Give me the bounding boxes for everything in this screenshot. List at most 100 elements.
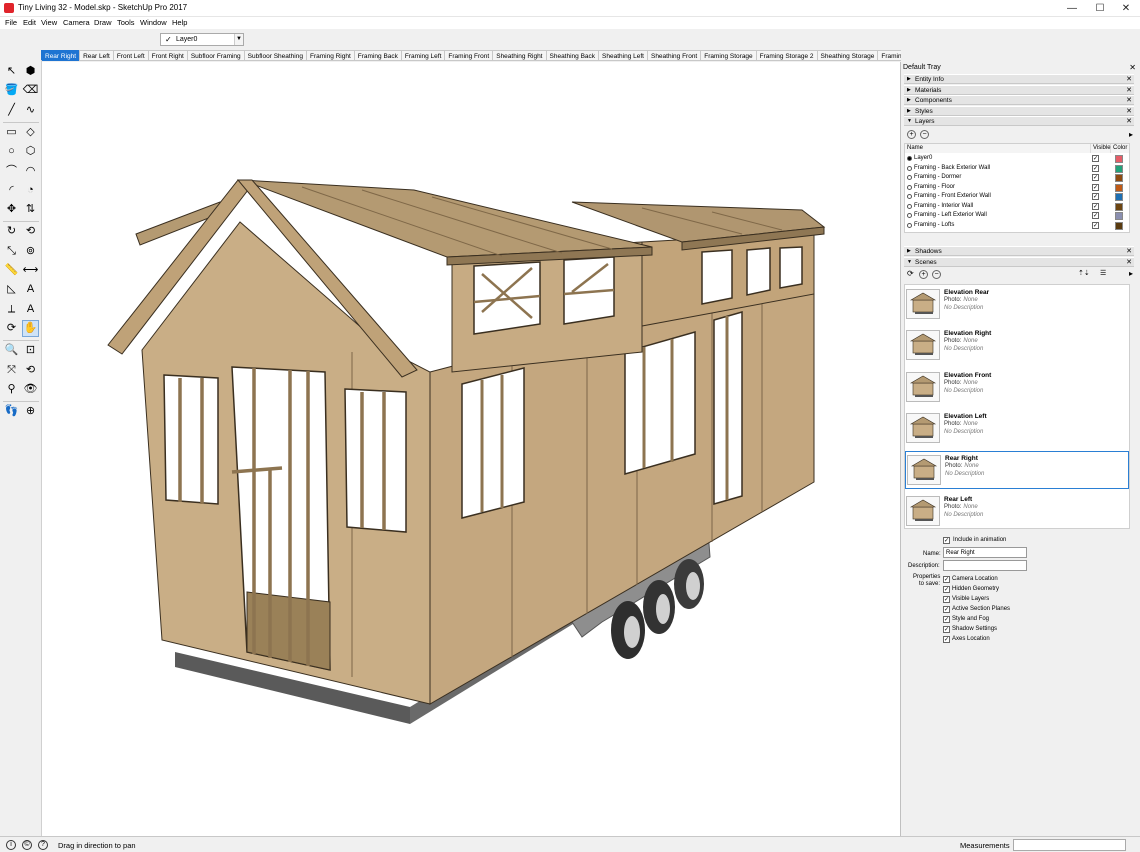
menu-tools[interactable]: Tools	[117, 18, 135, 27]
scene-tab[interactable]: Sheathing Right	[492, 50, 547, 61]
layers-header-name[interactable]: Name	[905, 144, 1091, 153]
scene-tab[interactable]: Framing Front	[444, 50, 494, 61]
active-layer-radio[interactable]	[907, 194, 912, 199]
layer-row[interactable]: Framing - Lofts ✓	[905, 221, 1129, 231]
scene-tab[interactable]: Rear Left	[79, 50, 114, 61]
minimize-button[interactable]: —	[1058, 0, 1086, 17]
layer-visible-checkbox[interactable]: ✓	[1092, 164, 1099, 172]
layer-row[interactable]: Framing - Left Exterior Wall ✓	[905, 211, 1129, 221]
menu-help[interactable]: Help	[172, 18, 187, 27]
tape-measure-tool[interactable]: 📏	[3, 262, 20, 279]
move-scene-up-icon[interactable]: ⇡⇣	[1078, 269, 1090, 277]
rotate-tool[interactable]: ↻	[3, 223, 20, 240]
chevron-down-icon[interactable]: ▼	[234, 34, 243, 45]
measurements-box[interactable]	[1013, 839, 1126, 851]
layers-header-color[interactable]: Color	[1111, 144, 1129, 153]
tray-panel-materials[interactable]: ▶ Materials ✕	[904, 84, 1134, 95]
make-component-tool[interactable]: ⬢	[22, 63, 39, 80]
tray-panel-layers[interactable]: ▼ Layers ✕	[904, 116, 1134, 127]
tray-panel-entity-info[interactable]: ▶ Entity Info ✕	[904, 74, 1134, 84]
layers-header-visible[interactable]: Visible	[1091, 144, 1111, 153]
close-icon[interactable]: ✕	[1126, 86, 1132, 95]
two-point-arc-tool[interactable]: ◠	[22, 163, 39, 180]
rotated-rectangle-tool[interactable]: ◇	[22, 124, 39, 141]
scene-tab[interactable]: Front Right	[147, 50, 188, 61]
layer-color-swatch[interactable]	[1115, 202, 1123, 211]
pan-tool[interactable]: ✋	[22, 319, 39, 337]
include-animation-checkbox[interactable]: ✓	[943, 537, 950, 544]
menu-camera[interactable]: Camera	[63, 18, 90, 27]
layer-visible-checkbox[interactable]: ✓	[1092, 202, 1099, 210]
add-layer-icon[interactable]: +	[907, 130, 916, 139]
scene-tab[interactable]: Sheathing Front	[646, 50, 702, 61]
scene-property-checkbox[interactable]: ✓	[943, 616, 950, 623]
menu-window[interactable]: Window	[140, 18, 167, 27]
close-button[interactable]: ✕	[1112, 0, 1140, 17]
rectangle-tool[interactable]: ▭	[3, 124, 20, 141]
delete-scene-icon[interactable]: −	[932, 270, 941, 279]
walk-tool[interactable]: 👣	[3, 403, 20, 420]
maximize-button[interactable]: ☐	[1086, 0, 1114, 17]
model-viewport[interactable]	[42, 62, 900, 836]
layer-dropdown[interactable]: ✓ Layer0 ▼	[160, 33, 244, 46]
layer-color-swatch[interactable]	[1115, 174, 1123, 182]
tray-panel-styles[interactable]: ▶ Styles ✕	[904, 105, 1134, 116]
orbit-tool[interactable]: ⟳	[3, 320, 20, 337]
scene-property-checkbox[interactable]: ✓	[943, 626, 950, 633]
layers-details-icon[interactable]: ▸	[1129, 130, 1133, 139]
close-icon[interactable]: ✕	[1126, 247, 1132, 256]
active-layer-radio[interactable]	[907, 175, 912, 180]
active-layer-radio[interactable]	[907, 156, 912, 161]
menu-draw[interactable]: Draw	[94, 18, 112, 27]
tray-close-icon[interactable]: ✕	[1129, 63, 1136, 72]
scene-tab[interactable]: Framing Left	[400, 50, 446, 61]
layer-color-swatch[interactable]	[1115, 164, 1123, 173]
scene-list-item[interactable]: Rear Left Photo: None No Description	[905, 493, 1129, 529]
active-layer-radio[interactable]	[907, 165, 912, 171]
axes-tool[interactable]: ⟂	[3, 301, 20, 318]
section-plane-tool[interactable]: ⊕	[22, 403, 39, 420]
layer-visible-checkbox[interactable]: ✓	[1092, 174, 1099, 181]
position-camera-tool[interactable]: ⚲	[3, 381, 20, 398]
tray-panel-shadows[interactable]: ▶ Shadows ✕	[904, 246, 1134, 256]
zoom-extents-tool[interactable]: ⤧	[3, 362, 20, 379]
help-icon[interactable]: ?	[38, 840, 48, 850]
layer-visible-checkbox[interactable]: ✓	[1092, 212, 1099, 219]
scenes-details-icon[interactable]: ▸	[1129, 269, 1133, 278]
scene-list-item[interactable]: Elevation Front Photo: None No Description	[905, 369, 1129, 407]
scene-list-item[interactable]: Elevation Right Photo: None No Description	[905, 327, 1129, 365]
tray-panel-scenes[interactable]: ▼ Scenes ✕	[904, 256, 1134, 267]
push-pull-tool[interactable]: ⇅	[22, 201, 39, 218]
menu-edit[interactable]: Edit	[23, 18, 36, 27]
active-layer-radio[interactable]	[907, 213, 912, 218]
layer-visible-checkbox[interactable]: ✓	[1092, 221, 1099, 229]
scene-view-options-icon[interactable]: ☰	[1100, 269, 1106, 277]
follow-me-tool[interactable]: ⟲	[22, 223, 39, 240]
circle-tool[interactable]: ○	[3, 143, 20, 160]
scene-property-checkbox[interactable]: ✓	[943, 596, 950, 603]
scene-tab[interactable]: Front Left	[112, 50, 149, 61]
scene-description-field[interactable]	[943, 560, 1027, 571]
3d-text-tool[interactable]: A	[22, 301, 39, 318]
zoom-tool[interactable]: 🔍	[3, 342, 20, 359]
scene-property-checkbox[interactable]: ✓	[943, 606, 950, 613]
polygon-tool[interactable]: ⬡	[22, 143, 39, 160]
scene-tab[interactable]: Sheathing Left	[598, 50, 648, 61]
layer-visible-checkbox[interactable]: ✓	[1092, 155, 1099, 162]
layer-color-swatch[interactable]	[1115, 212, 1123, 220]
delete-layer-icon[interactable]: −	[920, 130, 929, 139]
refresh-scene-icon[interactable]: ⟳	[907, 269, 914, 278]
scene-tab[interactable]: Sheathing Back	[545, 50, 600, 61]
scene-property-checkbox[interactable]: ✓	[943, 586, 950, 593]
scene-tab[interactable]: Subfloor Framing	[186, 50, 245, 61]
layer-color-swatch[interactable]	[1115, 221, 1123, 230]
zoom-window-tool[interactable]: ⊡	[22, 342, 39, 359]
menu-file[interactable]: File	[5, 18, 17, 27]
layer-color-swatch[interactable]	[1115, 183, 1123, 192]
layer-color-swatch[interactable]	[1115, 155, 1123, 163]
scene-list-item[interactable]: Elevation Left Photo: None No Description	[905, 410, 1129, 448]
close-icon[interactable]: ✕	[1126, 117, 1132, 126]
layer-row[interactable]: Framing - Front Exterior Wall ✓	[905, 192, 1129, 202]
active-layer-radio[interactable]	[907, 222, 912, 228]
scene-tab[interactable]: Framing Right	[305, 50, 355, 61]
